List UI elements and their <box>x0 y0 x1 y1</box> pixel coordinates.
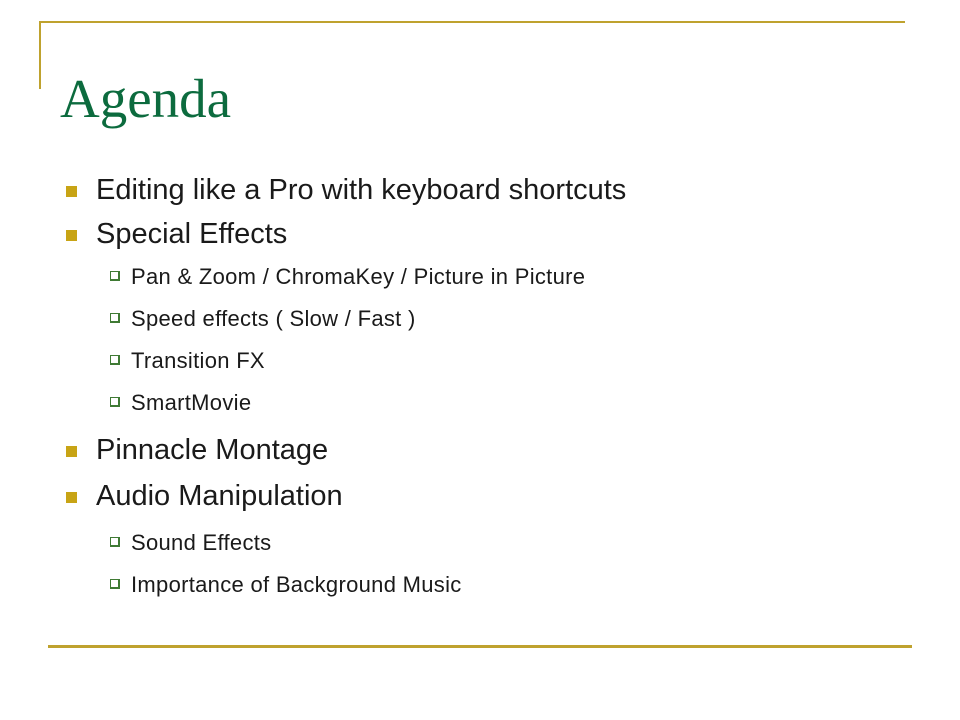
sub-list-item-label: Importance of Background Music <box>131 572 462 597</box>
sub-list-item: Speed effects ( Slow / Fast ) <box>0 298 960 340</box>
list-item-label: Pinnacle Montage <box>96 434 329 466</box>
sub-list-item-label: Transition FX <box>131 348 265 373</box>
slide-canvas: Agenda Editing like a Pro with keyboard … <box>0 0 960 720</box>
hollow-square-bullet-icon <box>110 313 120 323</box>
footer-rule <box>48 645 912 648</box>
sub-list-item: Pan & Zoom / ChromaKey / Picture in Pict… <box>0 256 960 298</box>
hollow-square-bullet-icon <box>110 579 120 589</box>
list-item-label: Audio Manipulation <box>96 480 343 512</box>
hollow-square-bullet-icon <box>110 397 120 407</box>
list-item: Pinnacle Montage <box>0 428 960 472</box>
hollow-square-bullet-icon <box>110 355 120 365</box>
square-bullet-icon <box>66 492 77 503</box>
hollow-square-bullet-icon <box>110 537 120 547</box>
list-item-label: Special Effects <box>96 218 288 250</box>
square-bullet-icon <box>66 186 77 197</box>
sub-list-item: Sound Effects <box>0 522 960 564</box>
page-title: Agenda <box>60 67 232 129</box>
square-bullet-icon <box>66 446 77 457</box>
sub-list-item-label: SmartMovie <box>131 390 252 415</box>
list-item: Audio Manipulation <box>0 474 960 518</box>
square-bullet-icon <box>66 230 77 241</box>
sub-list-item-label: Speed effects ( Slow / Fast ) <box>131 306 416 331</box>
header-rule-left <box>39 21 41 89</box>
list-item-label: Editing like a Pro with keyboard shortcu… <box>96 174 627 206</box>
sub-list-item: Transition FX <box>0 340 960 382</box>
sub-list-item: Importance of Background Music <box>0 564 960 606</box>
sub-list-item-label: Pan & Zoom / ChromaKey / Picture in Pict… <box>131 264 586 289</box>
sub-list-item-label: Sound Effects <box>131 530 272 555</box>
header-rule-top <box>39 21 905 23</box>
hollow-square-bullet-icon <box>110 271 120 281</box>
agenda-list: Editing like a Pro with keyboard shortcu… <box>0 166 960 606</box>
list-item: Special Effects <box>0 212 960 256</box>
list-item: Editing like a Pro with keyboard shortcu… <box>0 168 960 212</box>
sub-list-item: SmartMovie <box>0 382 960 424</box>
